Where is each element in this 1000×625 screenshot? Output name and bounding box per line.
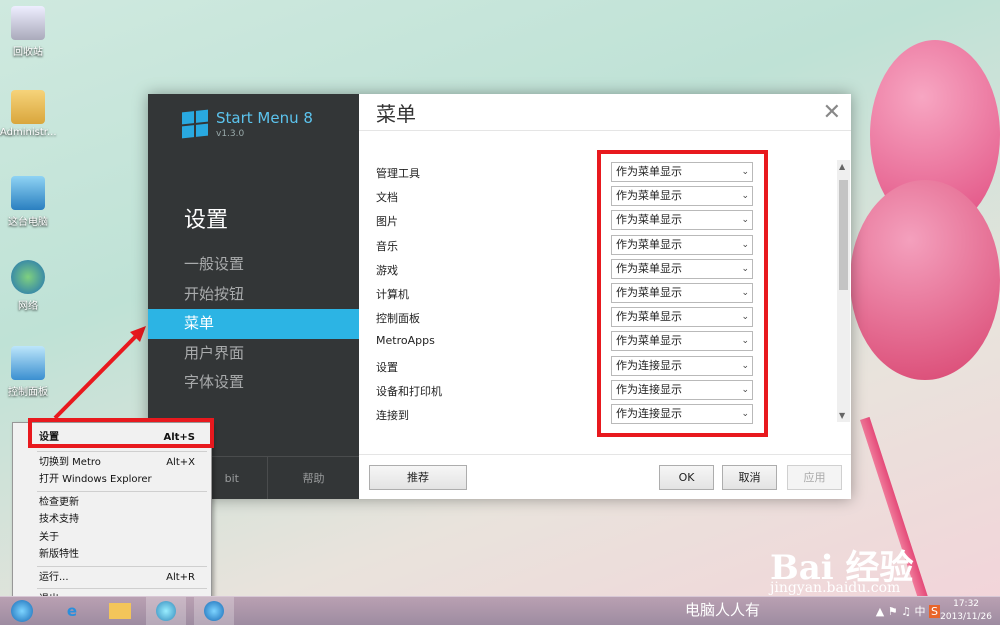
folder-icon [109,603,131,619]
nav-item-general[interactable]: 一般设置 [148,250,359,280]
content-pane: 菜单 ✕ 管理工具 作为菜单显示 ⌄ 文档 作为菜单显示 ⌄ 图片 作为菜单显示 ⌄ 音乐作… [359,94,851,499]
clock-time: 17:32 [953,599,980,609]
app-logo: Start Menu 8 v1.3.0 [182,109,313,139]
settings-window: Start Menu 8 v1.3.0 设置 一般设置 开始按钮 菜单 用户界面… [148,94,851,499]
option-label: 控制面板 [376,312,420,326]
option-label: 设备和打印机 [376,384,442,398]
menu-separator [37,565,207,567]
volume-icon[interactable]: ♫ [901,605,911,618]
windows-logo-icon [182,109,208,139]
footer-divider [359,454,851,455]
flag-icon[interactable]: ⚑ [888,605,898,618]
menu-item-switch-metro[interactable]: 切换到 Metro Alt+X [13,454,211,472]
tray-arrow-icon[interactable]: ▲ [876,605,884,618]
nav-item-start-button[interactable]: 开始按钮 [148,280,359,310]
nav-item-user-interface[interactable]: 用户界面 [148,339,359,369]
system-tray: 电脑人人有 ▲ ⚑ ♫ 中 S [685,601,940,619]
app-version: v1.3.0 [216,129,245,139]
close-icon[interactable]: ✕ [823,102,841,124]
windows-orb-icon [204,601,224,621]
menu-item-shortcut: Alt+X [166,456,195,468]
scrollbar-thumb[interactable] [839,180,848,290]
taskbar-explorer[interactable] [100,597,140,625]
watermark-url: jingyan.baidu.com [770,580,901,596]
page-title: 菜单 [376,102,416,126]
menu-item-label: 打开 Windows Explorer [39,474,152,485]
menu-item-label: 切换到 Metro [39,456,101,468]
clock[interactable]: 17:32 2013/11/26 [940,598,992,624]
taskbar-app-1[interactable] [146,597,186,625]
apply-button[interactable]: 应用 [787,465,842,490]
recommend-button[interactable]: 推荐 [369,465,467,490]
start-button[interactable] [2,597,42,625]
menu-item-label: 新版特性 [39,549,79,560]
menu-highlight-box [28,418,214,448]
start-menu-8-icon [156,601,176,621]
menu-item-check-update[interactable]: 检查更新 [13,494,211,512]
menu-separator [37,588,207,589]
scroll-down-icon[interactable]: ▼ [839,411,845,420]
vertical-scrollbar[interactable]: ▲ ▼ [837,160,850,422]
scroll-up-icon[interactable]: ▲ [839,162,845,171]
option-label: 游戏 [376,263,398,277]
option-label: 管理工具 [376,167,420,180]
menu-separator [37,450,207,452]
app-name: Start Menu 8 [216,109,313,127]
menu-item-whats-new[interactable]: 新版特性 [13,546,211,564]
context-menu: 设置 Alt+S 切换到 Metro Alt+X 打开 Windows Explor… [12,422,212,605]
option-label: 文档 [376,191,398,205]
internet-explorer-icon: e [66,602,78,620]
menu-separator [37,490,207,492]
option-label: 计算机 [376,287,409,301]
menu-item-label: 运行... [39,571,69,583]
menu-item-label: 技术支持 [39,514,79,525]
taskbar-app-2[interactable] [194,597,234,625]
menu-item-about[interactable]: 关于 [13,529,211,547]
taskbar: e 电脑人人有 ▲ ⚑ ♫ 中 S 17:32 2013/11/26 [0,596,1000,625]
menu-item-run[interactable]: 运行... Alt+R [13,569,211,587]
ime-indicator[interactable]: 中 [915,605,926,618]
option-label: 图片 [376,215,398,229]
option-label: 连接到 [376,408,409,422]
nav-item-menu[interactable]: 菜单 [148,309,359,339]
menu-item-support[interactable]: 技术支持 [13,511,211,529]
menu-item-label: 关于 [39,531,59,543]
start-orb-icon [11,600,33,622]
tray-caption: 电脑人人有 [684,601,760,619]
nav-item-font[interactable]: 字体设置 [148,368,359,398]
title-divider [359,130,851,131]
taskbar-ie[interactable]: e [52,597,92,625]
sogou-icon[interactable]: S [929,605,940,618]
help-link[interactable]: 帮助 [268,457,359,499]
option-label: 设置 [376,360,398,374]
clock-date: 2013/11/26 [940,612,992,622]
option-label: MetroApps [376,334,435,348]
cancel-button[interactable]: 取消 [722,465,777,490]
highlight-box [597,150,768,437]
ok-button[interactable]: OK [659,465,714,490]
sidebar-nav: 一般设置 开始按钮 菜单 用户界面 字体设置 [148,250,359,398]
menu-item-shortcut: Alt+R [166,571,195,583]
sidebar-heading: 设置 [184,208,229,233]
menu-item-label: 检查更新 [39,496,79,508]
menu-item-open-explorer[interactable]: 打开 Windows Explorer [13,471,211,489]
option-label: 音乐 [376,239,398,253]
